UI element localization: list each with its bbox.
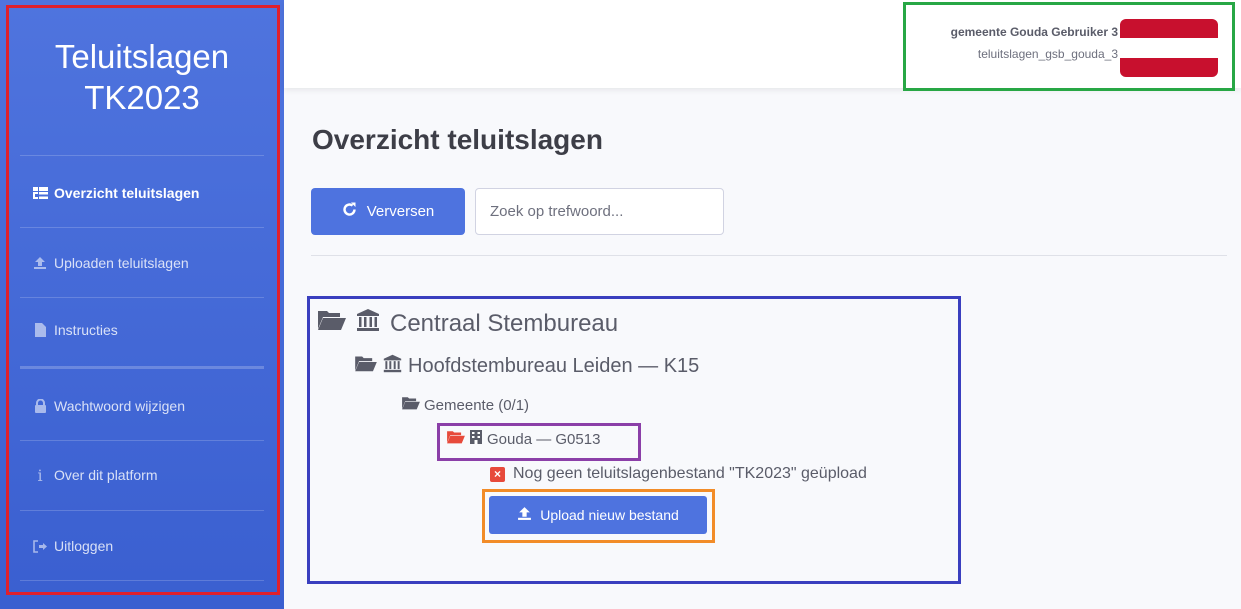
error-icon: ×	[490, 466, 505, 482]
refresh-icon	[342, 202, 357, 222]
tree-node-label: Gemeente (0/1)	[424, 396, 530, 414]
sidebar-item-label: Wachtwoord wijzigen	[54, 398, 185, 414]
info-icon: i	[37, 465, 43, 485]
upload-icon	[32, 256, 48, 270]
sidebar-item-over[interactable]: i Over dit platform	[32, 460, 264, 490]
refresh-label: Verversen	[366, 203, 435, 220]
sidebar-item-label: Uploaden teluitslagen	[54, 255, 189, 271]
file-icon	[32, 323, 48, 337]
status-message: Nog geen teluitslagenbestand "TK2023" ge…	[513, 465, 867, 482]
sitemap-icon	[32, 186, 48, 200]
upload-button-label: Upload nieuw bestand	[540, 507, 679, 523]
user-name: gemeente Gouda Gebruiker 3	[950, 25, 1118, 39]
tree-node-label: Hoofdstembureau Leiden — K15	[408, 355, 700, 377]
folder-open-icon	[355, 355, 377, 378]
building-icon	[470, 430, 482, 448]
sidebar-item-instructies[interactable]: Instructies	[32, 315, 264, 345]
folder-open-icon	[318, 309, 346, 338]
upload-icon	[517, 506, 532, 524]
brand-line-1: Teluitslagen	[54, 38, 230, 75]
tree-node-gemeente[interactable]: Gemeente (0/1)	[402, 396, 529, 414]
tree-node-label: Centraal Stembureau	[390, 309, 619, 337]
tree-node-centraal-stembureau[interactable]: Centraal Stembureau	[318, 308, 618, 339]
lock-icon	[32, 399, 48, 413]
page-title: Overzicht teluitslagen	[312, 124, 603, 155]
folder-open-icon	[402, 396, 420, 414]
sidebar-item-label: Uitloggen	[54, 538, 114, 554]
tree-node-hoofdstembureau[interactable]: Hoofdstembureau Leiden — K15	[355, 354, 699, 379]
sidebar-divider	[20, 297, 264, 298]
brand-line-2: TK2023	[84, 79, 200, 116]
user-account: teluitslagen_gsb_gouda_3	[977, 47, 1118, 61]
upload-new-file-button[interactable]: Upload nieuw bestand	[489, 496, 707, 534]
sidebar-item-label: Over dit platform	[54, 467, 158, 483]
upload-status: × Nog geen teluitslagenbestand "TK2023" …	[490, 465, 867, 483]
refresh-button[interactable]: Verversen	[311, 188, 465, 235]
sidebar-divider	[20, 366, 264, 369]
brand-title[interactable]: Teluitslagen TK2023	[0, 36, 284, 118]
sidebar: Teluitslagen TK2023 Overzicht teluitslag…	[0, 0, 284, 609]
sidebar-item-wachtwoord[interactable]: Wachtwoord wijzigen	[32, 391, 264, 421]
sign-out-icon	[32, 539, 48, 553]
search-input[interactable]	[475, 188, 724, 235]
sidebar-divider	[20, 155, 264, 156]
sidebar-divider	[20, 510, 264, 511]
tree-node-label: Gouda — G0513	[487, 430, 601, 448]
folder-open-icon	[447, 430, 465, 448]
landmark-icon	[356, 308, 380, 339]
sidebar-item-label: Overzicht teluitslagen	[54, 185, 200, 201]
sidebar-item-uitloggen[interactable]: Uitloggen	[32, 531, 264, 561]
sidebar-item-uploaden[interactable]: Uploaden teluitslagen	[32, 248, 264, 278]
content-divider	[311, 255, 1227, 256]
sidebar-divider	[20, 440, 264, 441]
sidebar-item-overzicht[interactable]: Overzicht teluitslagen	[32, 178, 264, 208]
user-menu[interactable]: gemeente Gouda Gebruiker 3 teluitslagen_…	[903, 2, 1235, 91]
tree-node-gouda[interactable]: Gouda — G0513	[447, 430, 600, 448]
landmark-icon	[383, 354, 402, 379]
sidebar-divider	[20, 580, 264, 581]
sidebar-divider	[20, 227, 264, 228]
sidebar-item-label: Instructies	[54, 322, 118, 338]
flag-avatar	[1120, 19, 1218, 77]
